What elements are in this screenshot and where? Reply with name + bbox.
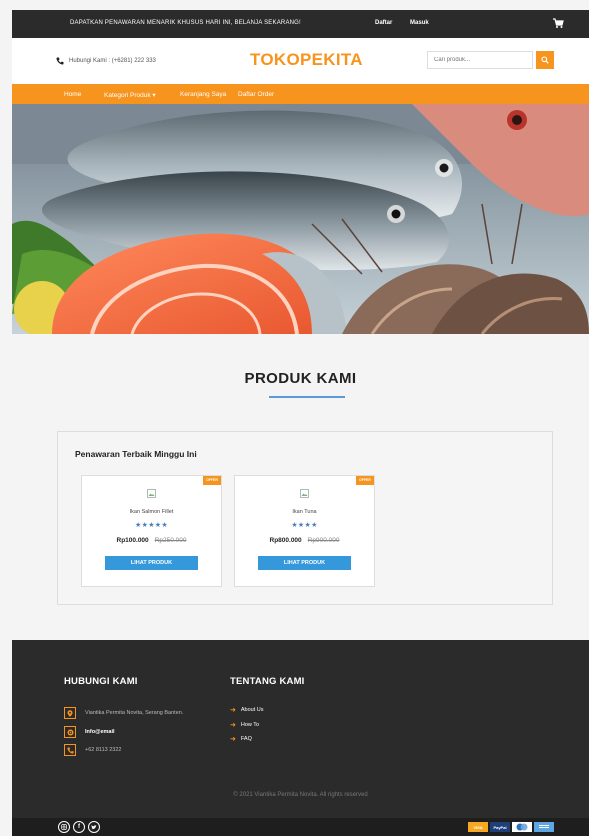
product-price: Rp100.000 [116,537,149,544]
hero-banner-image [12,104,589,334]
visa-icon: VISA [468,822,488,832]
footer-contact-title: HUBUNGI KAMI [64,676,138,687]
footer-link-how-to[interactable]: ➜ How To [230,721,259,729]
product-price: Rp800.000 [269,537,302,544]
offer-badge: OFFER [203,476,221,485]
amex-icon [534,822,554,832]
footer-email: Info@email [64,726,115,738]
twitter-icon[interactable] [88,821,100,833]
search-input[interactable] [427,51,533,69]
search-button[interactable] [536,51,554,69]
footer-phone-text: +62 8113 2322 [85,747,122,753]
weekly-offer-title: Penawaran Terbaik Minggu Ini [75,449,197,459]
phone-icon [56,57,64,65]
nav-category[interactable]: Kategori Produk ▾ [104,91,156,99]
arrow-right-icon: ➜ [230,722,236,729]
map-pin-icon [64,707,76,719]
footer-link-label: FAQ [240,736,252,742]
contact-phone: Hubungi Kami : (+6281) 222 333 [56,57,156,65]
bottom-bar: f VISA PayPal [12,818,589,836]
product-name[interactable]: Ikan Tuna [235,509,374,515]
offer-badge: OFFER [356,476,374,485]
broken-image-icon [147,489,156,498]
email-icon [64,726,76,738]
view-product-button[interactable]: LIHAT PRODUK [258,556,351,570]
footer-phone: +62 8113 2322 [64,744,121,756]
nav-category-label: Kategori Produk [104,92,151,99]
product-card: OFFER Ikan Salmon Fillet ★★★★★ Rp100.000… [81,475,222,587]
instagram-icon[interactable] [58,821,70,833]
phone-icon [64,744,76,756]
chevron-down-icon: ▾ [150,92,156,99]
search-icon [541,56,549,64]
top-bar: DAPATKAN PENAWARAN MENARIK KHUSUS HARI I… [12,10,589,38]
nav-cart[interactable]: Keranjang Saya [180,91,226,98]
product-card: OFFER Ikan Tuna ★★★★ Rp800.000 Rp900.000 … [234,475,375,587]
copyright-text: © 2021 Viantika Permita Novita. All righ… [233,792,368,798]
cart-icon[interactable] [552,17,564,29]
product-prices: Rp800.000 Rp900.000 [235,537,374,544]
footer-about-title: TENTANG KAMI [230,676,305,687]
product-old-price: Rp250.000 [154,537,187,544]
rating-stars: ★★★★★ [135,522,168,529]
footer-link-about-us[interactable]: ➜ About Us [230,706,264,714]
contact-phone-text: Hubungi Kami : (+6281) 222 333 [69,58,156,64]
footer-link-label: About Us [240,707,264,713]
footer-link-label: How To [240,722,260,728]
main-nav: Home Kategori Produk ▾ Keranjang Saya Da… [12,84,589,104]
login-link[interactable]: Masuk [410,20,429,26]
nav-orders[interactable]: Daftar Order [238,91,274,98]
footer-address: Viantika Permita Novita, Serang Banten. [64,707,183,719]
product-old-price: Rp900.000 [307,537,340,544]
broken-image-icon [300,489,309,498]
arrow-right-icon: ➜ [230,736,236,743]
promo-text: DAPATKAN PENAWARAN MENARIK KHUSUS HARI I… [70,20,301,26]
site-footer: HUBUNGI KAMI Viantika Permita Novita, Se… [12,640,589,818]
register-link[interactable]: Daftar [375,20,392,26]
products-section-title: PRODUK KAMI [244,370,357,387]
facebook-icon[interactable]: f [73,821,85,833]
footer-address-text: Viantika Permita Novita, Serang Banten. [85,710,184,716]
nav-home[interactable]: Home [64,91,81,98]
product-name[interactable]: Ikan Salmon Fillet [82,509,221,515]
footer-email-text[interactable]: Info@email [85,729,115,735]
rating-stars: ★★★★ [291,522,318,529]
site-header: Hubungi Kami : (+6281) 222 333 TOKOPEKIT… [12,38,589,84]
footer-link-faq[interactable]: ➜ FAQ [230,735,252,743]
product-prices: Rp100.000 Rp250.000 [82,537,221,544]
title-underline [269,396,345,398]
site-logo[interactable]: TOKOPEKITA [250,50,363,70]
arrow-right-icon: ➜ [230,707,236,714]
view-product-button[interactable]: LIHAT PRODUK [105,556,198,570]
mastercard-icon [512,822,532,832]
paypal-icon: PayPal [490,822,510,832]
